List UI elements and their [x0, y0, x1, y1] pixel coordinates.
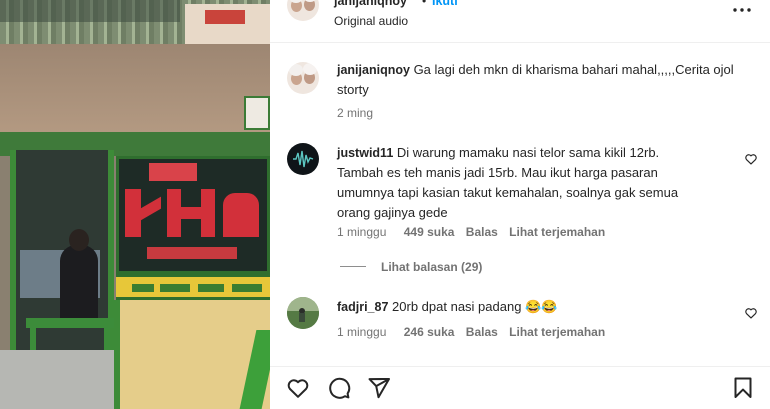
- media-banner-strip: [116, 274, 270, 300]
- comment-likes[interactable]: 449 suka: [404, 225, 455, 239]
- header-username[interactable]: janijaniqnoy: [334, 0, 407, 8]
- comment-meta: 1 minggu 246 suka Balas Lihat terjemahan: [337, 325, 605, 339]
- caption-text-block: janijaniqnoy Ga lagi deh mkn di kharisma…: [337, 60, 737, 100]
- comment-likes[interactable]: 246 suka: [404, 325, 455, 339]
- comment-username[interactable]: justwid11: [337, 146, 393, 160]
- comment-time[interactable]: 1 minggu: [337, 325, 386, 339]
- comment-text-block: justwid11 Di warung mamaku nasi telor sa…: [337, 143, 707, 223]
- caption-avatar[interactable]: [287, 62, 319, 94]
- avatar-photo: [287, 297, 319, 329]
- comment-text-block: fadjri_87 20rb dpat nasi padang 😂😂: [337, 297, 717, 317]
- comment-meta: 1 minggu 449 suka Balas Lihat terjemahan: [337, 225, 605, 239]
- media-bench: [26, 318, 116, 328]
- media-floor: [0, 350, 114, 409]
- media-top-shadow: [0, 0, 180, 22]
- bookmark-icon[interactable]: [731, 376, 755, 400]
- comment-text: Di warung mamaku nasi telor sama kikil 1…: [396, 145, 660, 160]
- media-banner-lettering: [123, 163, 270, 259]
- caption-time[interactable]: 2 ming: [337, 106, 373, 120]
- comment-avatar[interactable]: [287, 143, 319, 175]
- caption-username[interactable]: janijaniqnoy: [337, 63, 410, 77]
- comment-username[interactable]: fadjri_87: [337, 300, 388, 314]
- comment-translate-button[interactable]: Lihat terjemahan: [509, 225, 605, 239]
- comment-like-heart-icon[interactable]: [744, 306, 758, 320]
- share-icon[interactable]: [367, 376, 391, 400]
- replies-line: [340, 266, 366, 267]
- comment-text: umumnya tapi kasian takut kemahalan, soa…: [337, 185, 679, 200]
- comment-text: 20rb dpat nasi padang 😂😂: [392, 299, 558, 314]
- comment-reply-button[interactable]: Balas: [466, 225, 498, 239]
- media-person: [60, 229, 98, 325]
- comment-icon[interactable]: [327, 376, 351, 400]
- view-replies-button[interactable]: Lihat balasan (29): [381, 260, 482, 274]
- comment-text: Tambah es teh manis jadi 15rb. Mau ikut …: [337, 165, 658, 180]
- more-horizontal-icon[interactable]: [730, 0, 754, 22]
- action-bar: [270, 366, 770, 409]
- comments-panel: janijaniqnoy • Ikuti Original audio jani…: [270, 0, 770, 409]
- media-shop-banner: [116, 156, 270, 274]
- audio-wave-icon: [293, 150, 314, 168]
- comment-translate-button[interactable]: Lihat terjemahan: [509, 325, 605, 339]
- comment-like-heart-icon[interactable]: [744, 152, 758, 166]
- post-media[interactable]: [0, 0, 270, 409]
- header-divider: [270, 42, 770, 43]
- media-wall: [0, 44, 270, 136]
- comment-reply-button[interactable]: Balas: [466, 325, 498, 339]
- header-separator: •: [422, 0, 427, 8]
- comment-text: orang gajinya gede: [337, 205, 448, 220]
- comment-time[interactable]: 1 minggu: [337, 225, 386, 239]
- heart-icon[interactable]: [286, 376, 310, 400]
- comment-avatar[interactable]: [287, 297, 319, 329]
- follow-button[interactable]: Ikuti: [432, 0, 458, 8]
- audio-label[interactable]: Original audio: [334, 14, 408, 28]
- media-small-sign: [244, 96, 270, 130]
- header-avatar[interactable]: [287, 0, 319, 21]
- media-top-sign: [185, 4, 270, 44]
